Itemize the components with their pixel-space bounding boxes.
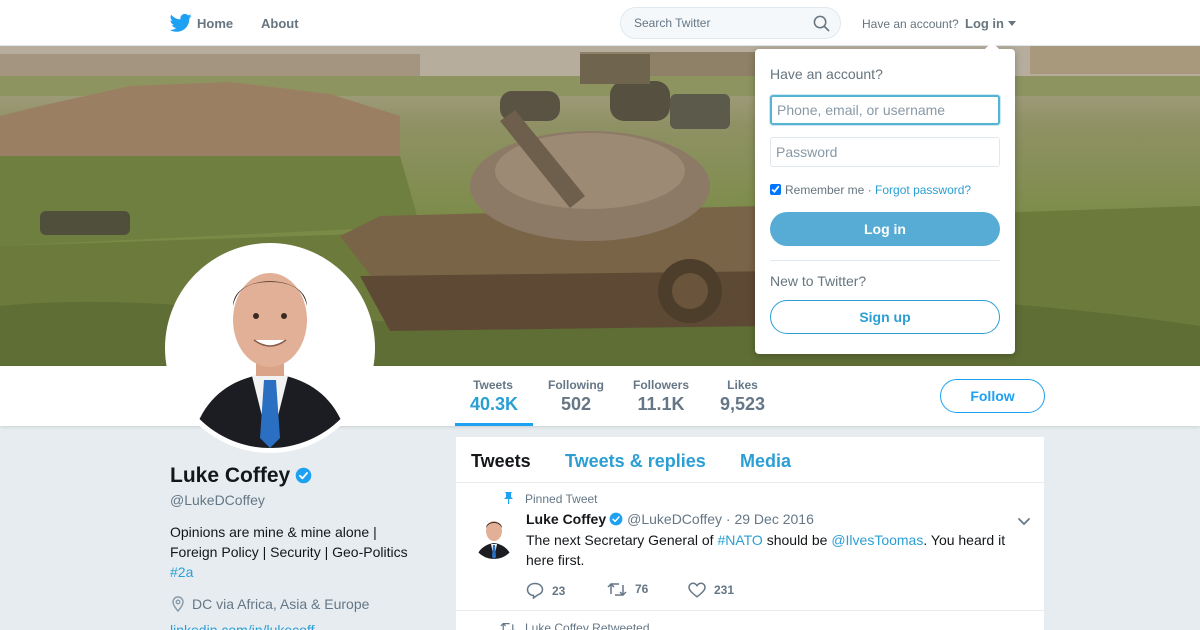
stat-following-value: 502 bbox=[560, 394, 592, 414]
reply-icon bbox=[526, 582, 544, 599]
nav-home-link[interactable]: Home bbox=[197, 16, 233, 31]
search-placeholder: Search Twitter bbox=[634, 16, 711, 30]
tab-tweets-and-replies[interactable]: Tweets & replies bbox=[565, 451, 706, 472]
bio-line: Opinions are mine & mine alone | bbox=[170, 524, 377, 540]
tweet-header-separator: · bbox=[725, 511, 731, 527]
twitter-bird-icon[interactable] bbox=[170, 13, 192, 33]
stat-followers-label: Followers bbox=[633, 378, 690, 392]
retweet-icon bbox=[607, 582, 627, 597]
stat-tweets[interactable]: Tweets 40.3K bbox=[470, 378, 519, 415]
pinned-tweet-label: Pinned Tweet bbox=[525, 492, 598, 506]
verified-badge-icon bbox=[609, 512, 623, 526]
pin-icon bbox=[504, 492, 513, 504]
retweeted-label[interactable]: Luke Coffey Retweeted bbox=[525, 621, 650, 630]
stat-tweets-label: Tweets bbox=[473, 378, 513, 392]
search-icon[interactable] bbox=[813, 15, 830, 32]
profile-avatar-frame bbox=[165, 243, 375, 453]
like-icon bbox=[688, 582, 706, 598]
login-dropdown-toggle[interactable]: Log in bbox=[965, 16, 1004, 31]
timeline-tabs: Tweets Tweets & replies Media bbox=[456, 437, 1044, 483]
login-dropdown: Have an account? Remember me · Forgot pa… bbox=[755, 42, 1015, 354]
like-count: 231 bbox=[714, 583, 735, 597]
password-field[interactable] bbox=[770, 137, 1000, 167]
profile-handle[interactable]: @LukeDCoffey bbox=[170, 492, 265, 508]
tweet-text-part: should be bbox=[762, 532, 832, 548]
retweet-count: 76 bbox=[635, 582, 649, 596]
tweet-divider bbox=[456, 610, 1044, 611]
tweet-actions: 23 76 231 bbox=[526, 582, 926, 602]
chevron-down-icon[interactable] bbox=[1017, 517, 1031, 527]
profile-url-link[interactable]: linkedin.com/in/lukecoff... bbox=[170, 622, 326, 630]
login-dropdown-title: Have an account? bbox=[770, 66, 883, 82]
search-input[interactable]: Search Twitter bbox=[620, 7, 841, 39]
like-button[interactable]: 231 bbox=[688, 582, 734, 598]
stat-likes-value: 9,523 bbox=[720, 394, 766, 414]
location-text: DC via Africa, Asia & Europe bbox=[192, 596, 370, 612]
tweet-author-handle[interactable]: @LukeDCoffey bbox=[627, 511, 722, 527]
dropdown-divider bbox=[770, 260, 1000, 261]
active-stat-underline bbox=[455, 423, 533, 426]
bio-hashtag-link[interactable]: #2a bbox=[170, 562, 430, 582]
reply-count: 23 bbox=[552, 584, 566, 598]
signup-button[interactable]: Sign up bbox=[770, 300, 1000, 334]
profile-name-text: Luke Coffey bbox=[170, 464, 291, 487]
stat-followers[interactable]: Followers 11.1K bbox=[633, 378, 689, 415]
tweet-timestamp[interactable]: 29 Dec 2016 bbox=[734, 511, 813, 527]
tab-tweets[interactable]: Tweets bbox=[471, 451, 531, 472]
tweet-avatar-portrait bbox=[472, 515, 516, 559]
tweet-author-avatar[interactable] bbox=[472, 515, 516, 559]
profile-location: DC via Africa, Asia & Europe bbox=[170, 596, 369, 612]
have-account-text: Have an account? bbox=[862, 17, 959, 31]
stat-likes-label: Likes bbox=[727, 378, 758, 392]
tweet-text-part: The next Secretary General of bbox=[526, 532, 718, 548]
remember-me-checkbox[interactable] bbox=[770, 184, 781, 195]
username-field[interactable] bbox=[770, 95, 1000, 125]
tweet-timeline: Tweets Tweets & replies Media Pinned Twe… bbox=[456, 437, 1044, 630]
verified-badge-icon bbox=[295, 467, 312, 484]
avatar-portrait bbox=[170, 248, 370, 448]
retweet-icon bbox=[500, 622, 516, 630]
tweet-header: Luke Coffey @LukeDCoffey · 29 Dec 2016 bbox=[526, 511, 814, 527]
profile-bio: Opinions are mine & mine alone | Foreign… bbox=[170, 522, 430, 582]
stat-following-label: Following bbox=[548, 378, 604, 392]
profile-name: Luke Coffey bbox=[170, 464, 312, 488]
login-button[interactable]: Log in bbox=[770, 212, 1000, 246]
location-pin-icon bbox=[172, 596, 184, 612]
stat-following[interactable]: Following 502 bbox=[548, 378, 604, 415]
follow-button[interactable]: Follow bbox=[940, 379, 1045, 413]
stat-likes[interactable]: Likes 9,523 bbox=[720, 378, 765, 415]
chevron-down-icon[interactable] bbox=[1008, 21, 1016, 26]
bio-line: Foreign Policy | Security | Geo-Politics bbox=[170, 544, 408, 560]
tweet-text: The next Secretary General of #NATO shou… bbox=[526, 530, 1026, 570]
tab-media[interactable]: Media bbox=[740, 451, 791, 472]
top-navigation-bar: Home About Search Twitter Have an accoun… bbox=[0, 0, 1200, 46]
mention-link[interactable]: @IlvesToomas bbox=[831, 532, 923, 548]
new-to-twitter-text: New to Twitter? bbox=[770, 273, 867, 289]
stat-tweets-value: 40.3K bbox=[470, 394, 519, 414]
dropdown-arrow bbox=[985, 42, 999, 49]
forgot-password-link[interactable]: Forgot password? bbox=[875, 183, 971, 197]
retweet-button[interactable]: 76 bbox=[607, 582, 648, 597]
stat-followers-value: 11.1K bbox=[637, 394, 685, 414]
remember-me-row: Remember me · Forgot password? bbox=[770, 183, 971, 197]
remember-me-label[interactable]: Remember me bbox=[785, 183, 864, 197]
tweet-author-name[interactable]: Luke Coffey bbox=[526, 511, 606, 527]
nav-about-link[interactable]: About bbox=[261, 16, 299, 31]
hashtag-link[interactable]: #NATO bbox=[717, 532, 762, 548]
avatar[interactable] bbox=[170, 248, 370, 448]
remember-separator: · bbox=[867, 183, 872, 197]
reply-button[interactable]: 23 bbox=[526, 582, 565, 599]
